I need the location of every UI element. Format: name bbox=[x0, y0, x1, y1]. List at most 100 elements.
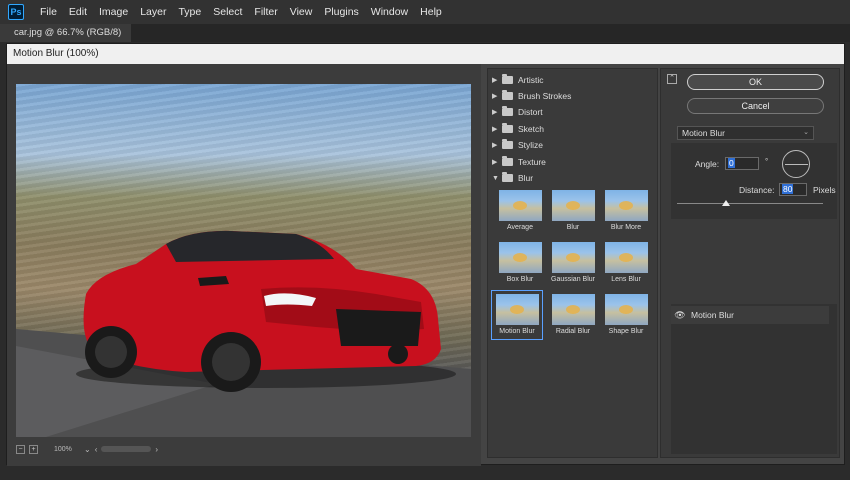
zoom-level[interactable]: 100% bbox=[54, 446, 80, 453]
distance-unit: Pixels bbox=[813, 185, 836, 195]
category-label: Artistic bbox=[518, 75, 544, 85]
expand-triangle-icon: ▶ bbox=[492, 93, 498, 100]
thumb-motion-blur[interactable]: Motion Blur bbox=[491, 290, 543, 340]
expand-triangle-icon: ▶ bbox=[492, 142, 498, 149]
thumb-radial-blur[interactable]: Radial Blur bbox=[547, 291, 599, 341]
thumb-box-blur[interactable]: Box Blur bbox=[494, 239, 546, 289]
angle-dial[interactable] bbox=[782, 150, 810, 178]
expand-triangle-icon: ▶ bbox=[492, 77, 498, 84]
menu-edit[interactable]: Edit bbox=[63, 0, 93, 24]
menu-file[interactable]: File bbox=[34, 0, 63, 24]
expand-triangle-icon: ▶ bbox=[492, 126, 498, 133]
category-label: Texture bbox=[518, 157, 546, 167]
collapse-gallery-icon[interactable]: ⌃ bbox=[667, 74, 677, 84]
thumbnail-image bbox=[498, 190, 542, 221]
menu-bar: Ps File Edit Image Layer Type Select Fil… bbox=[0, 0, 850, 24]
menu-filter[interactable]: Filter bbox=[248, 0, 283, 24]
thumbnail-image bbox=[604, 294, 648, 325]
scroll-left-icon[interactable]: ‹ bbox=[95, 445, 98, 454]
distance-field[interactable]: 80 bbox=[779, 183, 807, 196]
category-artistic[interactable]: ▶ Artistic bbox=[492, 72, 544, 88]
category-brush-strokes[interactable]: ▶ Brush Strokes bbox=[492, 88, 571, 104]
filter-select-value: Motion Blur bbox=[682, 128, 725, 138]
thumb-label: Gaussian Blur bbox=[551, 276, 595, 283]
dialog-titlebar[interactable]: Motion Blur (100%) bbox=[7, 44, 844, 64]
thumbnail-image bbox=[551, 294, 595, 325]
thumb-gaussian-blur[interactable]: Gaussian Blur bbox=[547, 239, 599, 289]
filter-gallery-dialog: Motion Blur (100%) − + 100% ⌄ ‹ › ▶ Arti… bbox=[6, 43, 845, 466]
preview-footer: − + 100% ⌄ ‹ › bbox=[16, 442, 471, 456]
menu-view[interactable]: View bbox=[284, 0, 319, 24]
filter-parameters: Angle: 0 ° Distance: 80 Pixels bbox=[671, 143, 837, 219]
category-stylize[interactable]: ▶ Stylize bbox=[492, 137, 543, 153]
effect-layers-panel: 👁 Motion Blur bbox=[671, 304, 837, 454]
zoom-out-button[interactable]: − bbox=[16, 444, 25, 454]
document-tab[interactable]: car.jpg @ 66.7% (RGB/8) bbox=[0, 24, 132, 42]
thumb-label: Blur More bbox=[610, 224, 642, 231]
distance-slider-thumb[interactable] bbox=[722, 200, 730, 206]
thumb-blur-more[interactable]: Blur More bbox=[600, 187, 652, 237]
menu-type[interactable]: Type bbox=[172, 0, 207, 24]
folder-icon bbox=[502, 139, 513, 149]
folder-icon bbox=[502, 106, 513, 116]
menu-help[interactable]: Help bbox=[414, 0, 448, 24]
effect-layer-row[interactable]: 👁 Motion Blur bbox=[671, 306, 829, 324]
folder-icon bbox=[502, 90, 513, 100]
distance-label: Distance: bbox=[739, 185, 775, 195]
photoshop-logo-icon: Ps bbox=[8, 4, 24, 20]
distance-slider-track[interactable] bbox=[677, 203, 823, 204]
collapse-triangle-icon: ▼ bbox=[492, 174, 499, 182]
preview-pane: − + 100% ⌄ ‹ › bbox=[7, 64, 481, 466]
category-label: Blur bbox=[518, 173, 534, 183]
degree-symbol: ° bbox=[765, 157, 769, 166]
menu-plugins[interactable]: Plugins bbox=[318, 0, 364, 24]
chevron-down-icon: ⌄ bbox=[803, 129, 809, 136]
menu-layer[interactable]: Layer bbox=[134, 0, 172, 24]
category-label: Brush Strokes bbox=[518, 91, 572, 101]
thumbnail-image bbox=[551, 242, 595, 273]
thumbnail-image bbox=[604, 190, 648, 221]
thumb-shape-blur[interactable]: Shape Blur bbox=[600, 291, 652, 341]
category-label: Sketch bbox=[518, 124, 544, 134]
thumb-lens-blur[interactable]: Lens Blur bbox=[600, 239, 652, 289]
preview-image[interactable] bbox=[16, 84, 471, 437]
thumbnail-image bbox=[604, 242, 648, 273]
category-blur[interactable]: ▼ Blur bbox=[492, 170, 533, 186]
ok-button[interactable]: OK bbox=[687, 74, 824, 90]
filter-gallery-panel: ▶ Artistic ▶ Brush Strokes ▶ Distort ▶ S… bbox=[487, 68, 658, 458]
filter-options-panel: ⌃ OK Cancel Motion Blur ⌄ Angle: 0 ° Dis… bbox=[660, 68, 840, 458]
category-label: Stylize bbox=[518, 140, 544, 150]
expand-triangle-icon: ▶ bbox=[492, 109, 498, 116]
thumb-label: Box Blur bbox=[506, 276, 534, 283]
zoom-in-button[interactable]: + bbox=[29, 444, 38, 454]
zoom-dropdown-chevron-icon[interactable]: ⌄ bbox=[84, 445, 91, 454]
folder-icon bbox=[502, 156, 513, 166]
angle-field[interactable]: 0 bbox=[725, 157, 759, 170]
menu-window[interactable]: Window bbox=[365, 0, 414, 24]
distance-value: 80 bbox=[782, 184, 794, 194]
category-sketch[interactable]: ▶ Sketch bbox=[492, 121, 544, 137]
expand-triangle-icon: ▶ bbox=[492, 159, 498, 166]
document-tab-bar: car.jpg @ 66.7% (RGB/8) bbox=[0, 24, 850, 42]
scroll-right-icon[interactable]: › bbox=[155, 445, 158, 454]
eye-icon[interactable]: 👁 bbox=[671, 310, 689, 321]
menu-image[interactable]: Image bbox=[93, 0, 134, 24]
folder-icon bbox=[502, 74, 513, 84]
category-label: Distort bbox=[518, 107, 543, 117]
menu-select[interactable]: Select bbox=[207, 0, 248, 24]
dialog-title: Motion Blur (100%) bbox=[13, 48, 99, 59]
angle-value: 0 bbox=[728, 158, 735, 168]
folder-icon bbox=[502, 123, 513, 133]
category-texture[interactable]: ▶ Texture bbox=[492, 154, 546, 170]
thumb-label: Blur bbox=[566, 224, 580, 231]
folder-icon bbox=[502, 172, 513, 182]
filter-select[interactable]: Motion Blur ⌄ bbox=[677, 126, 814, 140]
thumbnail-image bbox=[495, 294, 539, 325]
thumb-blur[interactable]: Blur bbox=[547, 187, 599, 237]
thumb-label: Shape Blur bbox=[608, 328, 644, 335]
horizontal-scrollbar[interactable] bbox=[101, 446, 152, 452]
category-distort[interactable]: ▶ Distort bbox=[492, 104, 543, 120]
thumb-label: Lens Blur bbox=[611, 276, 641, 283]
cancel-button[interactable]: Cancel bbox=[687, 98, 824, 114]
thumb-average[interactable]: Average bbox=[494, 187, 546, 237]
